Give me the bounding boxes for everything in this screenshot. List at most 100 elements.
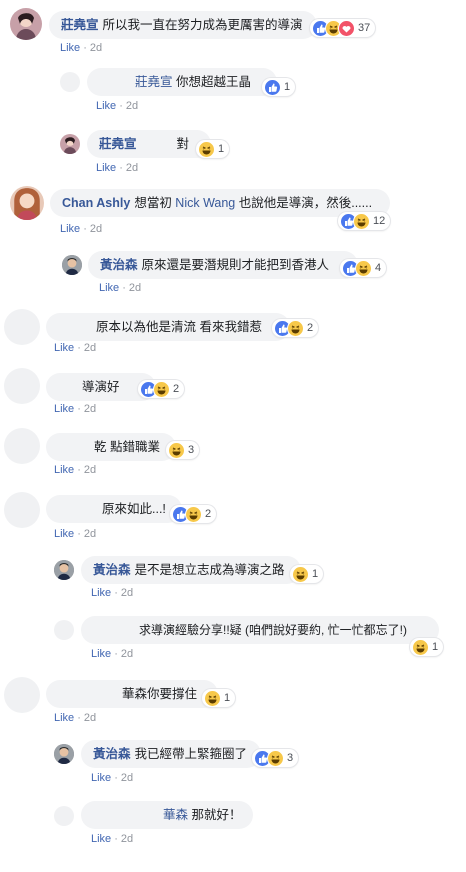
haha-reaction-icon	[185, 505, 202, 523]
commenter-name[interactable]: 黃治森	[93, 563, 131, 577]
avatar[interactable]	[54, 806, 74, 826]
comment-meta: Like · 2d	[99, 282, 142, 294]
comment-meta: Like · 2d	[91, 772, 134, 784]
comment-bubble: 求導演經驗分享!!疑 (咱們說好要約, 忙一忙都忘了!)	[81, 616, 439, 644]
like-link[interactable]: Like	[54, 342, 74, 354]
avatar[interactable]	[10, 186, 44, 220]
reaction-summary[interactable]: 4	[340, 259, 387, 277]
comment-text: 對	[176, 137, 190, 151]
avatar[interactable]	[54, 560, 74, 580]
reaction-summary[interactable]: 1	[202, 689, 236, 707]
reaction-summary[interactable]: 1	[262, 78, 296, 96]
like-link[interactable]: Like	[54, 403, 74, 415]
like-link[interactable]: Like	[54, 712, 74, 724]
avatar[interactable]	[60, 134, 80, 154]
commenter-name[interactable]: 莊堯宣	[61, 18, 99, 32]
reaction-summary[interactable]: 1	[410, 638, 444, 656]
reaction-summary[interactable]: 37	[310, 19, 376, 37]
reaction-summary[interactable]: 1	[196, 140, 230, 158]
like-link[interactable]: Like	[99, 282, 119, 294]
avatar[interactable]	[4, 368, 40, 404]
like-link[interactable]: Like	[91, 648, 111, 660]
timestamp[interactable]: 2d	[90, 42, 102, 54]
timestamp[interactable]: 2d	[126, 100, 138, 112]
comment-bubble: 華森你要撐住	[46, 680, 218, 708]
reaction-count: 1	[284, 81, 291, 93]
avatar[interactable]	[10, 8, 42, 40]
mention-tag[interactable]: Nick Wang	[175, 196, 235, 210]
timestamp[interactable]: 2d	[84, 712, 96, 724]
comment-bubble: 乾 點錯職業	[46, 433, 176, 461]
timestamp[interactable]: 2d	[90, 223, 102, 235]
avatar[interactable]	[4, 309, 40, 345]
comment-meta: Like · 2d	[91, 587, 134, 599]
avatar[interactable]	[54, 620, 74, 640]
reaction-summary[interactable]: 2	[170, 505, 217, 523]
comment-bubble: 原本以為他是清流 看來我錯惹	[46, 313, 290, 341]
timestamp[interactable]: 2d	[121, 648, 133, 660]
comment-text: 所以我一直在努力成為更厲害的導演	[102, 18, 303, 32]
comment-meta: Like · 2d	[60, 42, 103, 54]
commenter-name[interactable]: 黃治森	[100, 258, 138, 272]
like-link[interactable]: Like	[60, 42, 80, 54]
commenter-name[interactable]: Chan Ashly	[62, 196, 130, 210]
commenter-name[interactable]: 黃治森	[93, 747, 131, 761]
comment-bubble: 莊堯宣 所以我一直在努力成為更厲害的導演	[49, 11, 317, 39]
timestamp[interactable]: 2d	[121, 772, 133, 784]
commenter-name[interactable]: 莊堯宣	[99, 137, 137, 151]
reaction-summary[interactable]: 3	[166, 441, 200, 459]
comment-text: 導演好	[82, 380, 120, 394]
timestamp[interactable]: 2d	[121, 587, 133, 599]
avatar[interactable]	[4, 677, 40, 713]
like-link[interactable]: Like	[96, 162, 116, 174]
comment-meta: Like · 2d	[54, 403, 97, 415]
reaction-count: 1	[432, 641, 439, 653]
avatar[interactable]	[62, 255, 82, 275]
like-link[interactable]: Like	[91, 587, 111, 599]
avatar[interactable]	[4, 428, 40, 464]
comment-bubble: 莊堯宣 你想超越王晶	[87, 68, 277, 96]
comment-bubble: 華森 那就好！	[81, 801, 253, 829]
timestamp[interactable]: 2d	[84, 342, 96, 354]
reaction-summary[interactable]: 2	[138, 380, 185, 398]
comment-text: 那就好！	[191, 808, 242, 822]
comment-text: 想當初	[134, 196, 176, 210]
avatar[interactable]	[60, 72, 80, 92]
reaction-count: 3	[287, 752, 294, 764]
timestamp[interactable]: 2d	[84, 528, 96, 540]
reaction-count: 3	[188, 444, 195, 456]
timestamp[interactable]: 2d	[121, 833, 133, 845]
comment-bubble: Chan Ashly 想當初 Nick Wang 也說他是導演，然後......	[50, 189, 390, 217]
timestamp[interactable]: 2d	[84, 403, 96, 415]
avatar[interactable]	[54, 744, 74, 764]
timestamp[interactable]: 2d	[129, 282, 141, 294]
like-link[interactable]: Like	[60, 223, 80, 235]
reaction-count: 12	[373, 215, 386, 227]
reaction-summary[interactable]: 3	[252, 749, 299, 767]
timestamp[interactable]: 2d	[126, 162, 138, 174]
like-link[interactable]: Like	[91, 833, 111, 845]
comment-meta: Like · 2d	[91, 648, 134, 660]
comment-text: 求導演經驗分享!!疑 (咱們說好要約, 忙一忙都忘了!)	[139, 623, 407, 637]
reaction-summary[interactable]: 1	[290, 565, 324, 583]
comment-text: 原來還是要潛規則才能把到香港人	[141, 258, 330, 272]
mention-tag[interactable]: 華森	[163, 808, 188, 822]
comment-text: 華森你要撐住	[122, 687, 198, 701]
like-link[interactable]: Like	[96, 100, 116, 112]
haha-reaction-icon	[204, 689, 221, 707]
reaction-summary[interactable]: 2	[272, 319, 319, 337]
like-link[interactable]: Like	[91, 772, 111, 784]
comment-text: 我已經帶上緊箍圈了	[134, 747, 248, 761]
like-link[interactable]: Like	[54, 464, 74, 476]
reaction-summary[interactable]: 12	[338, 212, 391, 230]
reaction-count: 37	[358, 22, 371, 34]
reaction-count: 2	[173, 383, 180, 395]
haha-reaction-icon	[412, 638, 429, 656]
like-link[interactable]: Like	[54, 528, 74, 540]
reaction-count: 1	[312, 568, 319, 580]
comment-meta: Like · 2d	[54, 528, 97, 540]
timestamp[interactable]: 2d	[84, 464, 96, 476]
avatar[interactable]	[4, 492, 40, 528]
comment-bubble: 黃治森 是不是想立志成為導演之路	[81, 556, 301, 584]
mention-tag[interactable]: 莊堯宣	[135, 75, 173, 89]
